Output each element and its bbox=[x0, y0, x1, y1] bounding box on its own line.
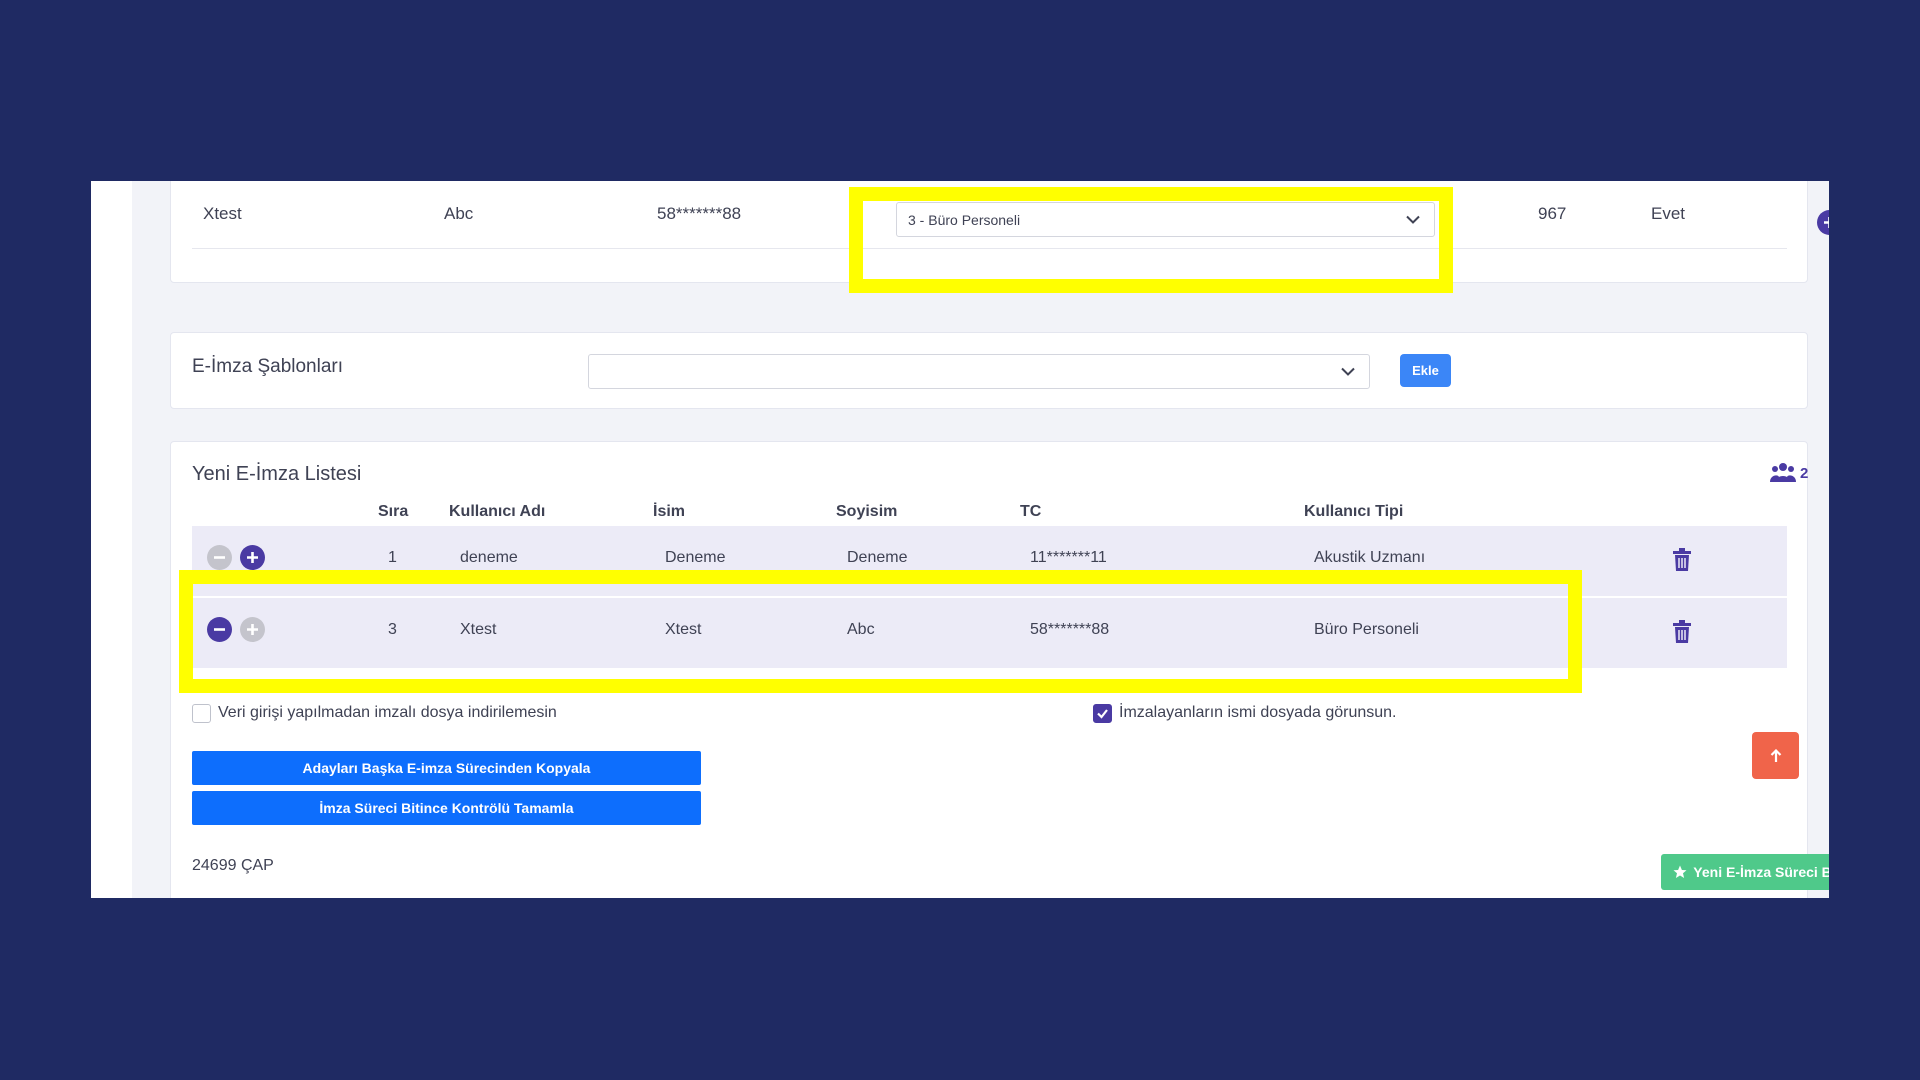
star-icon bbox=[1673, 865, 1687, 878]
column-header-name: İsim bbox=[653, 503, 686, 520]
template-select[interactable] bbox=[588, 354, 1370, 389]
plus-icon bbox=[1824, 217, 1829, 228]
start-new-process-button[interactable]: Yeni E-İmza Süreci Başlat bbox=[1661, 854, 1829, 890]
plus-icon bbox=[247, 552, 258, 563]
row-tc: 11*******11 bbox=[1030, 549, 1107, 566]
row-surname: Deneme bbox=[847, 549, 908, 566]
candidate-tc: 58*******88 bbox=[657, 204, 742, 223]
sidebar-strip bbox=[91, 181, 132, 898]
highlight-box bbox=[179, 570, 1582, 693]
group-count-value: 2 bbox=[1800, 464, 1809, 482]
trash-icon[interactable] bbox=[1672, 548, 1692, 572]
column-header-sira: Sıra bbox=[378, 503, 409, 520]
column-header-tc: TC bbox=[1020, 503, 1042, 520]
copy-candidates-button[interactable]: Adayları Başka E-imza Sürecinden Kopyala bbox=[192, 751, 701, 785]
show-names-checkbox[interactable] bbox=[1093, 704, 1112, 723]
column-header-surname: Soyisim bbox=[836, 503, 898, 520]
no-download-checkbox[interactable] bbox=[192, 704, 211, 723]
row-sira: 1 bbox=[388, 549, 397, 566]
check-icon bbox=[1097, 709, 1108, 719]
arrow-up-icon bbox=[1770, 748, 1781, 762]
footer-code: 24699 ÇAP bbox=[192, 857, 274, 874]
move-up-button[interactable] bbox=[207, 545, 232, 570]
candidate-number: 967 bbox=[1538, 204, 1567, 223]
minus-icon bbox=[214, 556, 225, 559]
scroll-top-button[interactable] bbox=[1752, 732, 1799, 779]
trash-icon[interactable] bbox=[1672, 620, 1692, 644]
row-username: deneme bbox=[460, 549, 518, 566]
move-down-button[interactable] bbox=[240, 545, 265, 570]
users-icon bbox=[1770, 463, 1796, 482]
complete-controlled-button[interactable]: İmza Süreci Bitince Kontrölü Tamamla bbox=[192, 791, 701, 825]
candidate-username: Xtest bbox=[203, 204, 242, 223]
column-header-username: Kullanıcı Adı bbox=[449, 503, 546, 520]
candidate-flag: Evet bbox=[1651, 204, 1686, 223]
chevron-down-icon bbox=[1341, 367, 1355, 376]
no-download-label: Veri girişi yapılmadan imzalı dosya indi… bbox=[218, 704, 557, 721]
add-template-button[interactable]: Ekle bbox=[1400, 354, 1451, 387]
candidate-surname: Abc bbox=[444, 204, 474, 223]
row-name: Deneme bbox=[665, 549, 726, 566]
highlight-box bbox=[849, 187, 1453, 293]
start-new-process-label: Yeni E-İmza Süreci Başlat bbox=[1693, 864, 1829, 880]
column-header-user-type: Kullanıcı Tipi bbox=[1304, 503, 1404, 520]
show-names-label: İmzalayanların ismi dosyada görunsun. bbox=[1119, 704, 1397, 721]
templates-label: E-İmza Şablonları bbox=[192, 356, 344, 377]
list-title: Yeni E-İmza Listesi bbox=[192, 463, 362, 485]
group-count: 2 bbox=[1770, 462, 1808, 484]
add-candidate-button[interactable] bbox=[1817, 210, 1829, 235]
row-user-type: Akustik Uzmanı bbox=[1314, 549, 1426, 566]
templates-card: E-İmza Şablonları Ekle bbox=[170, 332, 1808, 409]
